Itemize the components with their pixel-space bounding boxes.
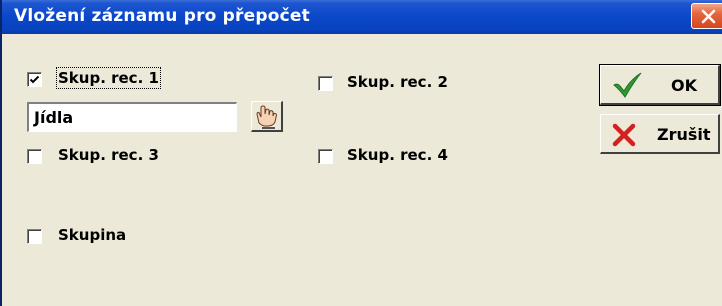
checkbox-skup-rec-2[interactable] [318,76,333,91]
ok-button[interactable]: OK [599,64,721,106]
group-input[interactable]: Jídla [27,102,237,132]
dialog-title: Vložení záznamu pro přepočet [14,6,310,26]
ok-button-label: OK [671,76,697,95]
cancel-button-label: Zrušit [657,125,711,144]
checkbox-skupina[interactable] [27,229,42,244]
check-mark-icon [29,75,40,84]
checkbox-skup-rec-3[interactable] [27,149,42,164]
x-icon [612,123,636,147]
pick-button[interactable] [251,101,283,132]
cancel-button[interactable]: Zrušit [600,114,720,154]
checkmark-icon [613,72,642,98]
close-icon [701,9,716,24]
title-bar[interactable]: Vložení záznamu pro přepočet [2,0,722,34]
checkbox-skup-rec-4[interactable] [318,149,333,164]
close-button[interactable] [691,3,722,29]
checkbox-skup-rec-1[interactable] [27,72,42,87]
record-insert-dialog: Vložení záznamu pro přepočet Skup. rec. … [0,0,722,306]
checkbox-skup-rec-4-label[interactable]: Skup. rec. 4 [347,146,448,164]
checkbox-skup-rec-2-label[interactable]: Skup. rec. 2 [347,73,448,91]
checkbox-skup-rec-1-label[interactable]: Skup. rec. 1 [56,67,161,89]
checkbox-skupina-label[interactable]: Skupina [58,226,126,244]
hand-pointer-icon [256,105,278,129]
checkbox-skup-rec-3-label[interactable]: Skup. rec. 3 [58,146,159,164]
